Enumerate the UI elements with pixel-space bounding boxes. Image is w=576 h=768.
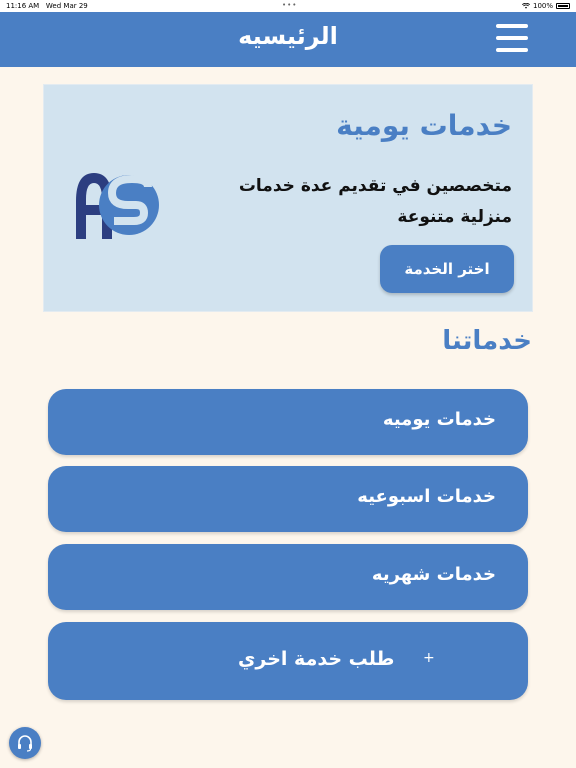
battery-icon bbox=[556, 3, 570, 9]
status-right: 100% bbox=[521, 2, 570, 10]
status-time-text: 11:16 AM bbox=[6, 2, 40, 10]
service-weekly-button[interactable]: خدمات اسبوعيه bbox=[48, 466, 528, 532]
hero-banner: خدمات يومية متخصصين في تقديم عدة خدمات م… bbox=[43, 84, 533, 312]
hamburger-menu-icon[interactable] bbox=[494, 24, 530, 52]
as-logo-icon bbox=[76, 173, 159, 239]
hero-title: خدمات يومية bbox=[336, 109, 512, 142]
battery-percent: 100% bbox=[532, 2, 553, 10]
page-title: الرئيسيه bbox=[238, 22, 338, 50]
status-date-text: Wed Mar 29 bbox=[45, 2, 88, 10]
support-button[interactable] bbox=[9, 727, 41, 759]
choose-service-button[interactable]: اختر الخدمة bbox=[380, 245, 514, 293]
wifi-icon bbox=[521, 3, 530, 9]
plus-icon: + bbox=[423, 650, 435, 666]
service-monthly-button[interactable]: خدمات شهريه bbox=[48, 544, 528, 610]
service-weekly-label: خدمات اسبوعيه bbox=[357, 486, 496, 507]
service-daily-button[interactable]: خدمات يوميه bbox=[48, 389, 528, 455]
service-daily-label: خدمات يوميه bbox=[382, 409, 496, 430]
multitask-dots-icon[interactable]: ••• bbox=[282, 1, 297, 9]
request-other-service-label: طلب خدمة اخري bbox=[238, 648, 395, 670]
hero-description: متخصصين في تقديم عدة خدمات منزلية متنوعة bbox=[238, 176, 512, 227]
request-other-service-button[interactable]: طلب خدمة اخري + bbox=[48, 622, 528, 700]
status-bar: 11:16 AM Wed Mar 29 ••• 100% bbox=[0, 0, 576, 12]
status-time: 11:16 AM Wed Mar 29 bbox=[6, 2, 88, 10]
section-title: خدماتنا bbox=[442, 326, 532, 356]
headset-icon bbox=[18, 735, 32, 752]
top-navbar: الرئيسيه bbox=[0, 12, 576, 67]
service-monthly-label: خدمات شهريه bbox=[371, 564, 496, 585]
